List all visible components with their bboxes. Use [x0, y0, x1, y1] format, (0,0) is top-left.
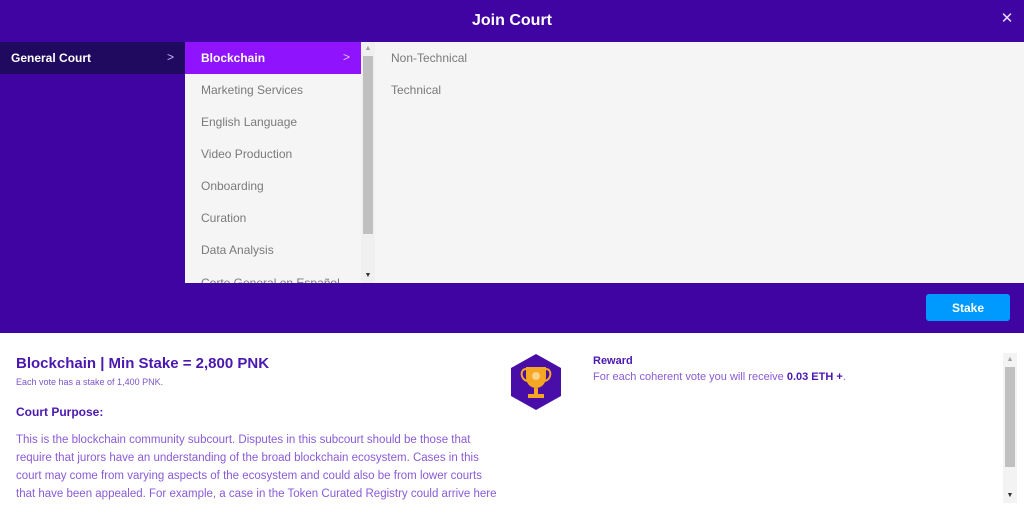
cascader-item-label: Technical [391, 83, 442, 97]
vote-stake-text: Each vote has a stake of 1,400 PNK. [16, 377, 164, 387]
cascader-item-label: Corte General en Español [201, 276, 340, 283]
stake-button[interactable]: Stake [926, 294, 1010, 321]
level2-scrollbar[interactable]: ▲ ▼ [361, 42, 375, 283]
reward-text: For each coherent vote you will receive … [593, 371, 846, 383]
close-icon[interactable]: ✕ [1000, 10, 1014, 28]
court-purpose-label: Court Purpose: [16, 405, 104, 419]
stake-bar: Stake [0, 283, 1024, 333]
chevron-right-icon: > [342, 50, 350, 64]
cascader-item-label: Curation [201, 211, 247, 225]
court-details: Blockchain | Min Stake = 2,800 PNK Each … [0, 333, 1024, 519]
chevron-right-icon: > [166, 50, 174, 64]
scroll-down-arrow-icon[interactable]: ▼ [1003, 491, 1017, 501]
scrollbar-thumb[interactable] [363, 56, 373, 234]
cascader-item-data-analysis[interactable]: Data Analysis [185, 234, 361, 266]
court-cascader: General Court > Blockchain > Marketing S… [0, 42, 1024, 283]
scroll-up-arrow-icon[interactable]: ▲ [1003, 355, 1017, 365]
cascader-item-technical[interactable]: Technical [375, 74, 1024, 106]
reward-prefix: For each coherent vote you will receive [593, 371, 787, 383]
cascader-item-video-production[interactable]: Video Production [185, 138, 361, 170]
cascader-item-blockchain[interactable]: Blockchain > [185, 42, 361, 74]
cascader-item-label: Data Analysis [201, 243, 274, 257]
scroll-up-arrow-icon[interactable]: ▲ [361, 44, 375, 54]
cascader-item-non-technical[interactable]: Non-Technical [375, 42, 1024, 74]
court-title: Blockchain | Min Stake = 2,800 PNK [16, 355, 270, 372]
cascader-item-label: General Court [11, 51, 92, 65]
reward-suffix: . [842, 371, 846, 383]
cascader-level2: Blockchain > Marketing Services English … [185, 42, 375, 283]
cascader-level3: Non-Technical Technical [375, 42, 1024, 283]
reward-info: Reward For each coherent vote you will r… [593, 355, 846, 383]
reward-label: Reward [593, 355, 633, 367]
court-info: Blockchain | Min Stake = 2,800 PNK Each … [16, 355, 506, 503]
cascader-item-label: Blockchain [201, 51, 266, 65]
reward-amount: 0.03 ETH + [786, 371, 843, 383]
cascader-item-label: Video Production [201, 147, 293, 161]
trophy-icon [510, 353, 562, 411]
modal-header: Join Court ✕ [0, 0, 1024, 42]
cascader-item-label: Marketing Services [201, 83, 304, 97]
cascader-level1: General Court > [0, 42, 185, 283]
cascader-item-english-language[interactable]: English Language [185, 106, 361, 138]
scroll-down-arrow-icon[interactable]: ▼ [361, 271, 375, 281]
cascader-item-label: English Language [201, 115, 298, 129]
cascader-item-marketing-services[interactable]: Marketing Services [185, 74, 361, 106]
court-purpose-text: This is the blockchain community subcour… [16, 434, 497, 500]
modal-title: Join Court [472, 12, 552, 29]
cascader-item-curation[interactable]: Curation [185, 202, 361, 234]
details-scrollbar[interactable]: ▲ ▼ [1003, 353, 1017, 503]
cascader-item-general-court[interactable]: General Court > [0, 42, 185, 74]
cascader-item-corte-general[interactable]: Corte General en Español [185, 266, 361, 283]
cascader-item-label: Onboarding [201, 179, 264, 193]
scrollbar-thumb[interactable] [1005, 367, 1015, 467]
cascader-item-label: Non-Technical [391, 51, 468, 65]
cascader-item-onboarding[interactable]: Onboarding [185, 170, 361, 202]
